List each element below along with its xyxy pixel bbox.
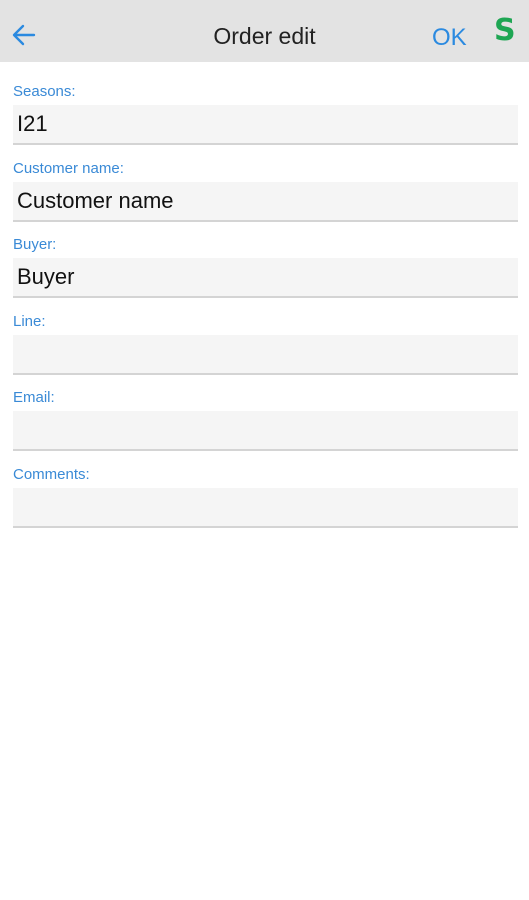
order-form: Seasons: Customer name: Buyer: Line: Ema…: [13, 81, 518, 541]
email-label: Email:: [13, 389, 55, 407]
seasons-field: Seasons:: [13, 81, 518, 158]
seasons-label: Seasons:: [13, 83, 76, 100]
order-edit-screen: Order edit OK S Seasons: Customer name: …: [0, 0, 529, 900]
ok-button[interactable]: OK: [432, 24, 467, 52]
email-input[interactable]: [13, 411, 518, 452]
buyer-label: Buyer:: [13, 236, 57, 254]
navigation-bar: Order edit OK S: [0, 0, 529, 62]
customer-name-label: Customer name:: [13, 159, 124, 177]
line-field: Line:: [13, 311, 518, 388]
comments-input[interactable]: [13, 487, 518, 528]
email-field: Email:: [13, 387, 518, 464]
buyer-field: Buyer:: [13, 234, 518, 311]
line-label: Line:: [13, 312, 46, 330]
customer-name-input[interactable]: [13, 181, 518, 222]
line-input[interactable]: [13, 334, 518, 375]
buyer-input[interactable]: [13, 258, 518, 299]
customer-name-field: Customer name:: [13, 158, 518, 235]
comments-field: Comments:: [13, 464, 518, 541]
comments-label: Comments:: [13, 465, 90, 483]
seasons-input[interactable]: [13, 105, 518, 145]
s-logo-icon[interactable]: S: [494, 14, 516, 48]
